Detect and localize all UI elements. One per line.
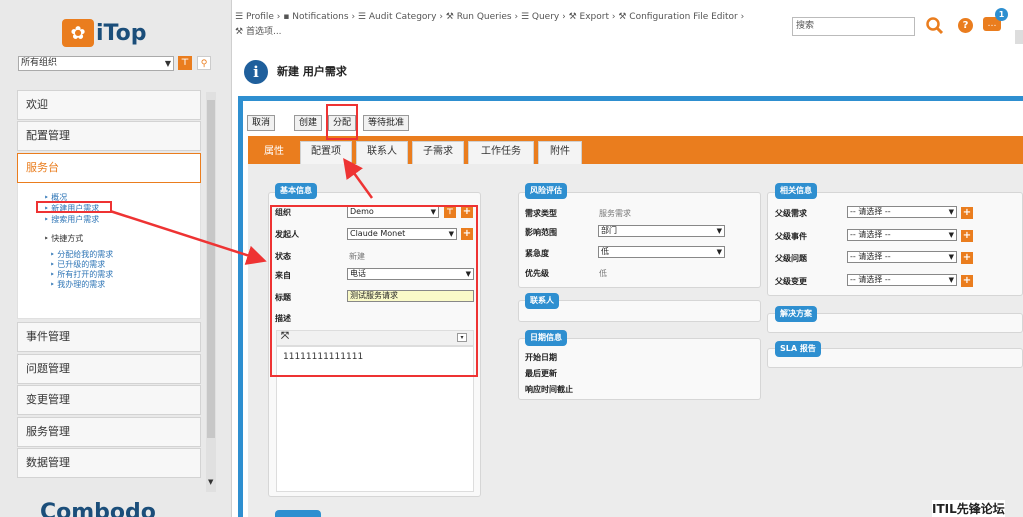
annotation-arrow-to-tab bbox=[343, 157, 374, 199]
watermark: ITIL先锋论坛 bbox=[932, 500, 1005, 517]
annotation-arrows bbox=[109, 157, 374, 265]
annotation-arrow-to-form bbox=[109, 209, 267, 265]
